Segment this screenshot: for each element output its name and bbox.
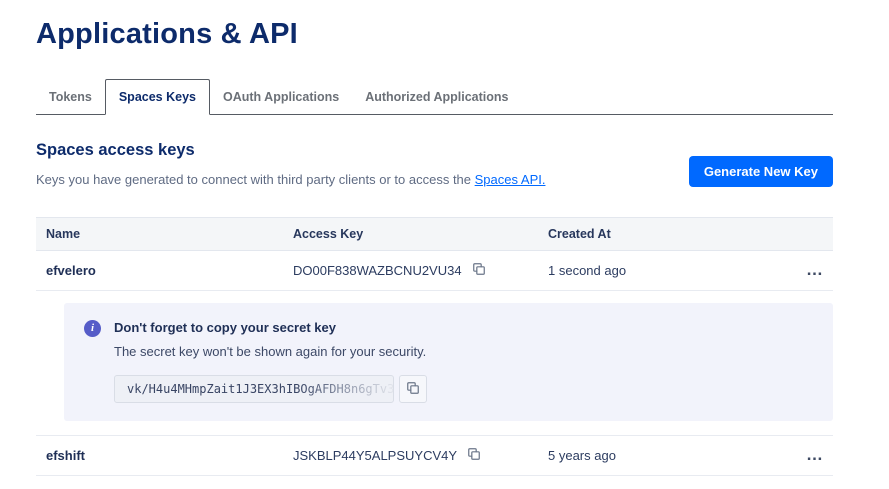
access-key-value: JSKBLP44Y5ALPSUYCV4Y	[293, 448, 457, 463]
copy-icon	[472, 262, 486, 279]
info-icon: i	[84, 320, 101, 337]
notice-body: The secret key won't be shown again for …	[114, 344, 427, 359]
table-row: efvelero DO00F838WAZBCNU2VU34 1 second a…	[36, 251, 833, 291]
row-actions-menu-button[interactable]: …	[806, 450, 823, 460]
table-header-row: Name Access Key Created At	[36, 217, 833, 251]
tab-oauth-applications[interactable]: OAuth Applications	[210, 80, 352, 114]
access-key-value: DO00F838WAZBCNU2VU34	[293, 263, 462, 278]
tab-bar: Tokens Spaces Keys OAuth Applications Au…	[36, 79, 833, 115]
key-name: efvelero	[46, 263, 293, 278]
secret-key-notice: i Don't forget to copy your secret key T…	[64, 303, 833, 421]
spaces-keys-section: Spaces access keys Keys you have generat…	[36, 141, 833, 187]
page-title: Applications & API	[36, 18, 833, 51]
secret-key-value: vk/H4u4MHmpZait1J3EX3hIBOgAFDH8n6gTv3H	[114, 375, 394, 403]
tab-spaces-keys[interactable]: Spaces Keys	[105, 79, 210, 115]
header-name: Name	[46, 227, 293, 241]
page-container: Applications & API Tokens Spaces Keys OA…	[0, 18, 869, 476]
notice-content: Don't forget to copy your secret key The…	[114, 319, 427, 403]
ellipsis-icon: …	[806, 260, 823, 279]
created-at-value: 1 second ago	[548, 263, 783, 278]
header-created-at: Created At	[548, 227, 783, 241]
tab-tokens[interactable]: Tokens	[36, 80, 105, 114]
header-access-key: Access Key	[293, 227, 548, 241]
spaces-api-link[interactable]: Spaces API.	[475, 172, 546, 187]
copy-access-key-button[interactable]	[467, 447, 481, 464]
created-at-value: 5 years ago	[548, 448, 783, 463]
copy-secret-key-button[interactable]	[399, 375, 427, 403]
secret-key-row: vk/H4u4MHmpZait1J3EX3hIBOgAFDH8n6gTv3H	[114, 375, 427, 403]
notice-title: Don't forget to copy your secret key	[114, 320, 427, 335]
table-row: efshift JSKBLP44Y5ALPSUYCV4Y 5 years ago…	[36, 436, 833, 476]
tab-authorized-applications[interactable]: Authorized Applications	[352, 80, 521, 114]
secret-key-text: vk/H4u4MHmpZait1J3EX3hIBOgAFDH8n6gTv3H	[127, 382, 394, 396]
key-name: efshift	[46, 448, 293, 463]
section-description-text: Keys you have generated to connect with …	[36, 172, 475, 187]
copy-icon	[406, 381, 420, 398]
keys-table: Name Access Key Created At efvelero DO00…	[36, 217, 833, 476]
ellipsis-icon: …	[806, 445, 823, 464]
copy-access-key-button[interactable]	[472, 262, 486, 279]
copy-icon	[467, 447, 481, 464]
secret-key-notice-row: i Don't forget to copy your secret key T…	[36, 291, 833, 436]
generate-new-key-button[interactable]: Generate New Key	[689, 156, 833, 187]
row-actions-menu-button[interactable]: …	[806, 265, 823, 275]
